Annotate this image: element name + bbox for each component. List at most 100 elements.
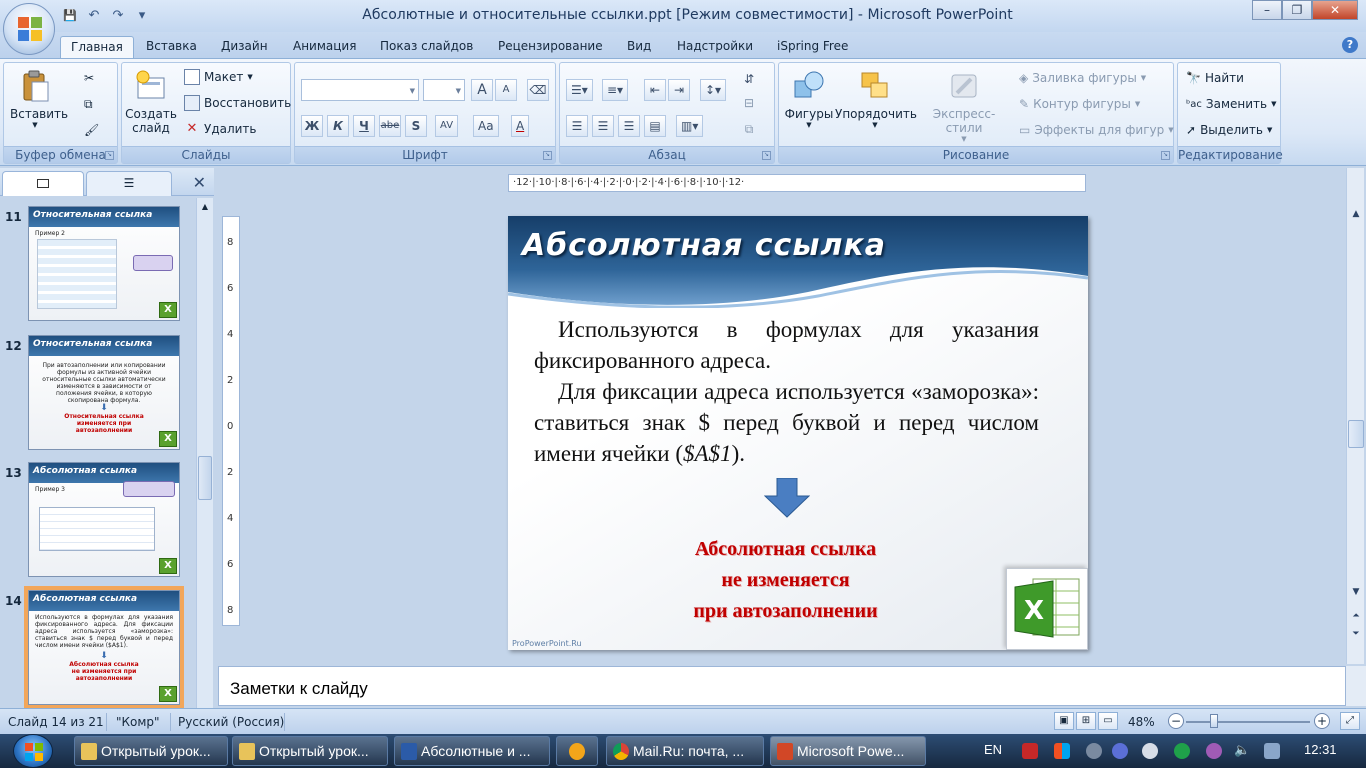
tab-outline[interactable]: ☰ <box>86 171 172 196</box>
strikethrough-button[interactable]: abe <box>379 115 401 137</box>
scroll-thumb[interactable] <box>198 456 212 500</box>
zoom-level[interactable]: 48% <box>1128 715 1155 729</box>
quick-styles-button[interactable]: Экспресс-стили ▼ <box>917 69 1011 143</box>
notes-pane[interactable]: Заметки к слайду <box>218 666 1346 706</box>
smartart-icon[interactable]: ⧉ <box>738 119 760 141</box>
align-text-icon[interactable]: ⊟ <box>738 93 760 115</box>
cut-icon[interactable]: ✂ <box>84 71 94 85</box>
change-case-button[interactable]: Aa <box>473 115 499 137</box>
office-button[interactable] <box>3 3 55 55</box>
drawing-launcher-icon[interactable]: ↘ <box>1161 151 1170 160</box>
line-spacing-icon[interactable]: ↕▾ <box>700 79 727 101</box>
slide-thumbnail[interactable]: Относительная ссылка Пример 2 X <box>28 206 180 321</box>
shape-fill-button[interactable]: ◈ Заливка фигуры ▼ <box>1019 71 1146 85</box>
grow-font-button[interactable]: A <box>471 79 493 101</box>
shape-outline-button[interactable]: ✎ Контур фигуры ▼ <box>1019 97 1140 111</box>
previous-slide-icon[interactable]: ⏶ <box>1348 608 1364 624</box>
normal-view-icon[interactable]: ▣ <box>1054 712 1074 730</box>
network-tool-icon[interactable] <box>1086 743 1102 759</box>
slide-sorter-icon[interactable]: ⊞ <box>1076 712 1096 730</box>
columns-icon[interactable]: ▥▾ <box>676 115 704 137</box>
close-pane-icon[interactable]: ✕ <box>193 173 206 192</box>
editor-scrollbar[interactable]: ▲ ▼ ⏶ ⏷ <box>1346 168 1364 664</box>
fit-to-window-icon[interactable]: ⤢ <box>1340 712 1360 730</box>
taskbar-item-word[interactable]: Абсолютные и ... <box>394 736 550 766</box>
paint-icon[interactable] <box>1206 743 1222 759</box>
tab-review[interactable]: Рецензирование <box>498 36 603 58</box>
shapes-button[interactable]: Фигуры ▼ <box>783 69 835 129</box>
shadow-button[interactable]: S <box>405 115 427 137</box>
clock[interactable]: 12:31 <box>1304 742 1337 757</box>
copy-icon[interactable]: ⧉ <box>84 97 93 112</box>
next-slide-icon[interactable]: ⏷ <box>1348 626 1364 642</box>
reset-button[interactable]: Восстановить <box>184 95 291 111</box>
scroll-up-icon[interactable]: ▲ <box>197 202 213 211</box>
bullets-icon[interactable]: ☰▾ <box>566 79 593 101</box>
zoom-out-icon[interactable]: − <box>1168 713 1184 729</box>
align-center-icon[interactable]: ☰ <box>592 115 614 137</box>
scroll-thumb[interactable] <box>1348 420 1364 448</box>
input-language[interactable]: EN <box>984 742 1002 757</box>
network-icon[interactable] <box>1264 743 1280 759</box>
taskbar-item-powerpoint[interactable]: Microsoft Powe... <box>770 736 926 766</box>
cloud-icon[interactable] <box>1142 743 1158 759</box>
restore-button[interactable]: ❐ <box>1282 0 1312 20</box>
find-button[interactable]: 🔭 Найти <box>1186 71 1244 85</box>
font-launcher-icon[interactable]: ↘ <box>543 151 552 160</box>
close-button[interactable]: ✕ <box>1312 0 1358 20</box>
tab-addins[interactable]: Надстройки <box>677 36 753 58</box>
slide-body-text[interactable]: Используются в формулах для указания фик… <box>534 314 1039 469</box>
taskbar-item-folder-1[interactable]: Открытый урок... <box>74 736 228 766</box>
format-painter-icon[interactable]: 🖌 <box>84 123 99 137</box>
bold-button[interactable]: Ж <box>301 115 323 137</box>
decrease-indent-icon[interactable]: ⇤ <box>644 79 666 101</box>
arrange-button[interactable]: Упорядочить ▼ <box>835 69 917 129</box>
notes-placeholder[interactable]: Заметки к слайду <box>230 679 368 699</box>
slide-title[interactable]: Абсолютная ссылка <box>522 228 886 263</box>
notes-scrollbar[interactable] <box>1346 666 1366 706</box>
tab-ispring[interactable]: iSpring Free <box>777 36 848 58</box>
messenger-icon[interactable] <box>1174 743 1190 759</box>
layout-button[interactable]: Макет ▼ <box>184 69 253 85</box>
start-button[interactable] <box>13 734 53 768</box>
scroll-up-icon[interactable]: ▲ <box>1348 206 1364 222</box>
shape-effects-button[interactable]: ▭ Эффекты для фигур ▼ <box>1019 123 1174 137</box>
taskbar-item-chrome[interactable]: Mail.Ru: почта, ... <box>606 736 764 766</box>
slide-canvas[interactable]: Абсолютная ссылка Используются в формула… <box>508 216 1088 650</box>
zoom-slider-knob[interactable] <box>1210 714 1218 728</box>
antivirus-icon[interactable] <box>1022 743 1038 759</box>
thumbnails-scrollbar[interactable]: ▲ <box>196 198 213 708</box>
taskbar-item-folder-2[interactable]: Открытый урок... <box>232 736 388 766</box>
tab-view[interactable]: Вид <box>627 36 651 58</box>
language-indicator[interactable]: Русский (Россия) <box>178 715 284 729</box>
windows-flag-icon[interactable] <box>1054 743 1070 759</box>
align-right-icon[interactable]: ☰ <box>618 115 640 137</box>
slide-thumbnail[interactable]: Относительная ссылка При автозаполнении … <box>28 335 180 450</box>
shrink-font-button[interactable]: A <box>495 79 517 101</box>
tab-slides[interactable] <box>2 171 84 196</box>
select-button[interactable]: ➚ Выделить ▼ <box>1186 123 1272 137</box>
paragraph-launcher-icon[interactable]: ↘ <box>762 151 771 160</box>
help-icon[interactable]: ? <box>1342 37 1358 53</box>
zoom-in-icon[interactable]: + <box>1314 713 1330 729</box>
slideshow-view-icon[interactable]: ▭ <box>1098 712 1118 730</box>
underline-button[interactable]: Ч <box>353 115 375 137</box>
numbering-icon[interactable]: ≡▾ <box>602 79 629 101</box>
tab-insert[interactable]: Вставка <box>146 36 197 58</box>
new-slide-button[interactable]: Создать слайд <box>124 69 178 135</box>
font-size-combo[interactable]: ▼ <box>423 79 465 101</box>
slide-thumbnail-selected[interactable]: Абсолютная ссылка Используются в формула… <box>28 590 180 705</box>
slide-highlight-text[interactable]: Абсолютная ссылка не изменяется при авто… <box>618 534 953 627</box>
clipboard-launcher-icon[interactable]: ↘ <box>105 151 114 160</box>
slide-thumbnail[interactable]: Абсолютная ссылка Пример 3 X <box>28 462 180 577</box>
italic-button[interactable]: К <box>327 115 349 137</box>
update-icon[interactable] <box>1112 743 1128 759</box>
volume-icon[interactable]: 🔈 <box>1234 742 1250 758</box>
char-spacing-button[interactable]: AV <box>435 115 459 137</box>
paste-button[interactable]: Вставить ▼ <box>10 69 68 129</box>
tab-home[interactable]: Главная <box>60 36 134 58</box>
tab-animation[interactable]: Анимация <box>293 36 356 58</box>
minimize-button[interactable]: – <box>1252 0 1282 20</box>
tab-slideshow[interactable]: Показ слайдов <box>380 36 473 58</box>
taskbar-item-mail-agent[interactable] <box>556 736 598 766</box>
